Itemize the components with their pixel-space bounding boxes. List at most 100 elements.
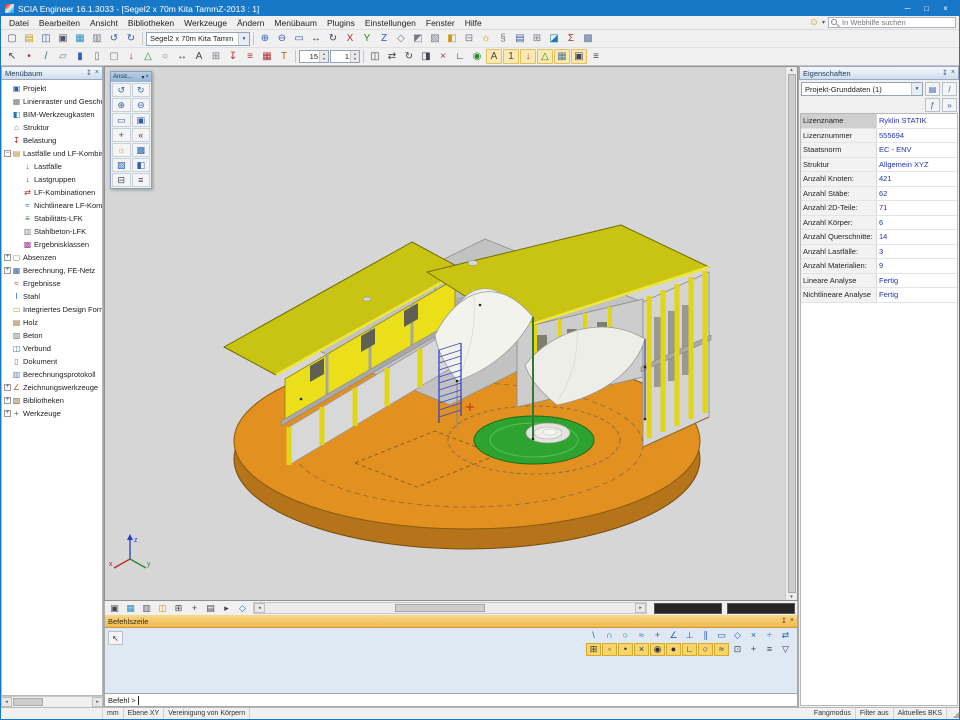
property-row[interactable]: Anzahl Lastfälle: 3 — [801, 245, 957, 260]
tree-item[interactable]: ▯ Dokument — [4, 355, 102, 368]
close-icon[interactable]: × — [951, 69, 955, 77]
property-row[interactable]: Lizenznummer 555694 — [801, 129, 957, 144]
tree-expander[interactable] — [4, 319, 11, 326]
rotate-right-icon[interactable]: ↻ — [132, 83, 151, 97]
clipping-box-icon[interactable]: ⊟ — [461, 31, 477, 46]
numbering-toggle-icon[interactable]: 1 — [503, 49, 519, 64]
scroll-left-icon[interactable]: ◂ — [254, 603, 265, 613]
display-settings-icon[interactable]: ≡ — [588, 49, 604, 64]
beam-icon[interactable]: / — [38, 49, 54, 64]
tree-item[interactable]: ⇄ LF-Kombinationen — [4, 186, 102, 199]
menu-item[interactable]: Ansicht — [85, 17, 123, 29]
filter-icon[interactable]: ▽ — [778, 643, 793, 656]
maximize-button[interactable]: □ — [917, 2, 936, 15]
zoom-in-icon[interactable]: ⊕ — [112, 98, 131, 112]
tree-item[interactable]: ▦ Linienraster und Geschosse — [4, 95, 102, 108]
circle-icon[interactable]: ○ — [618, 629, 633, 642]
rotate-icon[interactable]: ↻ — [401, 49, 417, 64]
menu-item[interactable]: Bibliotheken — [123, 17, 179, 29]
tree-expander[interactable] — [4, 280, 11, 287]
property-row[interactable]: Staatsnorm EC - ENV — [801, 143, 957, 158]
zoom-all-icon[interactable]: ▣ — [132, 113, 151, 127]
project-combo[interactable]: Segel2 x 70m Kita Tamm ▾ — [146, 32, 250, 46]
property-row[interactable]: Anzahl 2D-Teile: 71 — [801, 201, 957, 216]
pan-icon[interactable]: ↔ — [308, 31, 324, 46]
surface-load-icon[interactable]: ▦ — [259, 49, 275, 64]
count-spinner[interactable]: 1 ▴▾ — [330, 50, 360, 63]
midpoint-snap-icon[interactable]: • — [618, 643, 633, 656]
tree-expander[interactable] — [4, 124, 11, 131]
tree-expander[interactable] — [4, 345, 11, 352]
scroll-up-icon[interactable]: ▴ — [790, 67, 793, 73]
pin-icon[interactable]: ↧ — [942, 69, 948, 77]
close-icon[interactable]: × — [95, 69, 99, 77]
extend-icon[interactable]: ⇄ — [778, 629, 793, 642]
scroll-right-icon[interactable]: ▸ — [92, 697, 103, 707]
hinge-icon[interactable]: ○ — [157, 49, 173, 64]
support-icon[interactable]: △ — [140, 49, 156, 64]
pin-icon[interactable]: ↧ — [86, 69, 92, 77]
dot-grid-icon[interactable]: ⊡ — [730, 643, 745, 656]
tree-item[interactable]: ◫ Verbund — [4, 342, 102, 355]
status-cell[interactable]: Fangmodus — [810, 708, 856, 719]
wall-icon[interactable]: ▯ — [89, 49, 105, 64]
tree-item[interactable]: ↓ Lastfälle — [4, 160, 102, 173]
properties-combo[interactable]: Projekt-Grunddaten (1) ▾ — [801, 82, 923, 96]
wireframe-icon[interactable]: ▨ — [427, 31, 443, 46]
property-row[interactable]: Anzahl Knoten: 421 — [801, 172, 957, 187]
temperature-load-icon[interactable]: T — [276, 49, 292, 64]
zoom-out-icon[interactable]: ⊖ — [132, 98, 151, 112]
tree-item[interactable]: + ∠ Zeichnungswerkzeuge — [4, 381, 102, 394]
tree-item[interactable]: ↓ Lastgruppen — [4, 173, 102, 186]
property-row[interactable]: Anzahl Körper: 6 — [801, 216, 957, 231]
tree-item[interactable]: ⌂ Struktur — [4, 121, 102, 134]
tree-expander[interactable] — [15, 228, 22, 235]
chevron-down-icon[interactable]: ▾ — [911, 83, 922, 95]
rotate-left-icon[interactable]: ↺ — [112, 83, 131, 97]
save-picture-icon[interactable]: ▦ — [123, 602, 138, 615]
tree-item[interactable]: ▤ Holz — [4, 316, 102, 329]
parallel-icon[interactable]: ∥ — [698, 629, 713, 642]
library-icon[interactable]: ▤ — [925, 82, 940, 96]
spin-down-icon[interactable]: ▾ — [354, 57, 356, 61]
menu-item[interactable]: Einstellungen — [360, 17, 421, 29]
storeys-icon[interactable]: ▤ — [512, 31, 528, 46]
tree-horizontal-scrollbar[interactable]: ◂ ▸ — [1, 696, 103, 707]
mesh-display-toggle-icon[interactable]: ▦ — [554, 49, 570, 64]
viewport-horizontal-scrollbar[interactable]: ◂ ▸ — [253, 602, 647, 614]
status-cell[interactable]: mm — [103, 708, 124, 719]
render-mode-icon[interactable]: ▩ — [132, 143, 151, 157]
status-cell[interactable]: Vereinigung von Körpern — [164, 708, 250, 719]
zoom-out-icon[interactable]: ⊖ — [274, 31, 290, 46]
function-icon[interactable]: ƒ — [925, 98, 940, 112]
property-row[interactable]: Anzahl Stäbe: 62 — [801, 187, 957, 202]
nearest-snap-icon[interactable]: ≈ — [714, 643, 729, 656]
opening-icon[interactable]: ▢ — [106, 49, 122, 64]
help-smiley-icon[interactable]: ☺ — [809, 18, 819, 28]
tree-expander[interactable] — [4, 371, 11, 378]
delete-icon[interactable]: × — [435, 49, 451, 64]
zoom-in-icon[interactable]: ⊕ — [257, 31, 273, 46]
viewport-vertical-scrollbar[interactable]: ▴ ▾ — [785, 67, 797, 600]
tree-item[interactable]: + ▢ Absenzen — [4, 251, 102, 264]
scroll-left-icon[interactable]: ◂ — [1, 697, 12, 707]
resize-grip-icon[interactable]: ◢ — [947, 708, 959, 719]
animation-preview-box[interactable] — [727, 603, 795, 614]
shaded-mode-icon[interactable]: ◧ — [132, 158, 151, 172]
clip-icon[interactable]: ⊟ — [112, 173, 131, 187]
plate-icon[interactable]: ▱ — [55, 49, 71, 64]
line-load-icon[interactable]: ≡ — [242, 49, 258, 64]
center-snap-icon[interactable]: ◉ — [650, 643, 665, 656]
property-row[interactable]: Struktur Allgemein XYZ — [801, 158, 957, 173]
minimize-button[interactable]: ─ — [898, 2, 917, 15]
light-icon[interactable]: ☼ — [112, 143, 131, 157]
zoom-extents-icon[interactable]: ◇ — [235, 602, 250, 615]
tree-expander[interactable] — [4, 306, 11, 313]
status-cell[interactable]: Aktuelles BKS — [894, 708, 947, 719]
tree-expander[interactable]: + — [4, 397, 11, 404]
cursor-select-icon[interactable]: ↖ — [4, 49, 20, 64]
tree-item[interactable]: + ▦ Berechnung, FE-Netz — [4, 264, 102, 277]
tree-item[interactable]: ↧ Belastung — [4, 134, 102, 147]
command-input[interactable]: Befehl > — [105, 693, 797, 706]
dimension-icon[interactable]: ↔ — [174, 49, 190, 64]
